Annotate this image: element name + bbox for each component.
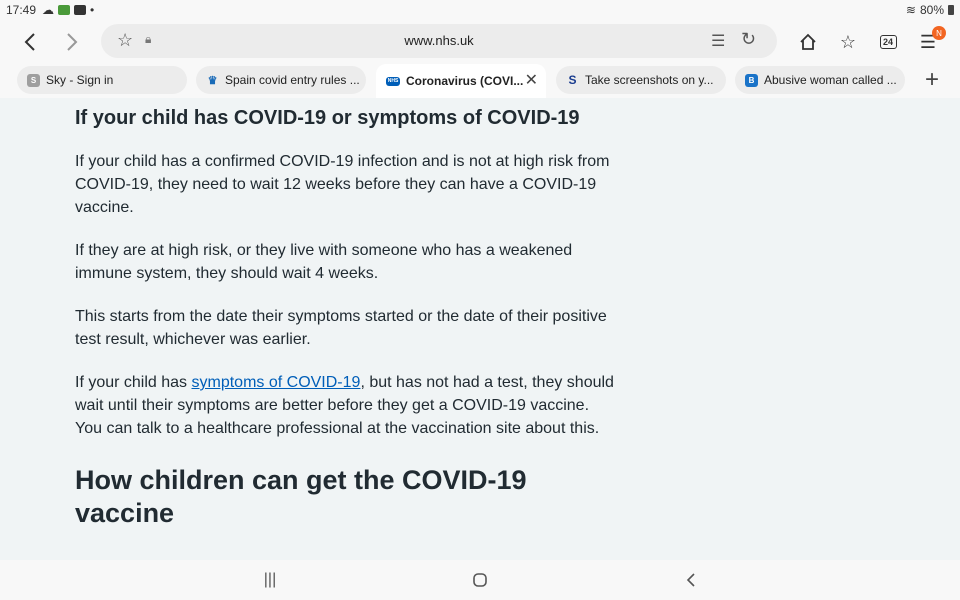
menu-button[interactable]: ☰ N <box>914 26 946 56</box>
tab-spain-covid[interactable]: ♛ Spain covid entry rules ... <box>196 66 366 94</box>
recent-apps-button[interactable]: ||| <box>256 568 284 592</box>
bookmarks-button[interactable]: ☆ <box>834 28 862 56</box>
nhs-favicon-icon: NHS <box>386 76 400 86</box>
forward-button[interactable] <box>58 28 86 56</box>
battery-icon <box>948 5 954 15</box>
tab-title: Spain covid entry rules ... <box>225 73 360 87</box>
paragraph-start-date: This starts from the date their symptoms… <box>75 308 607 348</box>
tab-title: Abusive woman called ... <box>764 73 897 87</box>
system-navigation-bar: ||| <box>0 560 960 600</box>
paragraph-confirmed-infection: If your child has a confirmed COVID-19 i… <box>75 153 610 216</box>
status-bar: 17:49 ☁ • ≋ 80% <box>0 0 960 22</box>
tab-count: 24 <box>879 35 897 49</box>
chevron-right-icon <box>67 33 78 51</box>
close-tab-icon[interactable]: ✕ <box>525 70 538 90</box>
youtube-icon <box>74 5 86 15</box>
clock: 17:49 <box>6 3 37 17</box>
reader-mode-icon[interactable]: ☰ <box>711 31 725 51</box>
b-favicon-icon: B <box>745 73 758 87</box>
address-bar[interactable]: ☆ 🔒︎ www.nhs.uk ☰ ↻ <box>101 24 777 58</box>
tab-screenshots[interactable]: S Take screenshots on y... <box>556 66 726 94</box>
paragraph-symptoms: If your child has symptoms of COVID-19, … <box>75 371 615 440</box>
new-tab-button[interactable]: + <box>918 66 946 94</box>
sky-favicon-icon: S <box>27 73 40 87</box>
how-to-get-vaccine-heading: How children can get the COVID-19 vaccin… <box>75 465 527 528</box>
crown-favicon-icon: ♛ <box>207 74 218 87</box>
symptoms-link[interactable]: symptoms of COVID-19 <box>192 374 361 391</box>
back-button[interactable] <box>16 28 44 56</box>
page-content: If your child has COVID-19 or symptoms o… <box>0 98 960 560</box>
tab-sky[interactable]: S Sky - Sign in <box>17 66 187 94</box>
tabs-button[interactable]: 24 <box>874 28 902 56</box>
section-heading: If your child has COVID-19 or symptoms o… <box>75 107 580 129</box>
notification-badge: N <box>932 26 946 40</box>
browser-toolbar: ☆ 🔒︎ www.nhs.uk ☰ ↻ ☆ 24 ☰ N <box>0 22 960 62</box>
dot-icon: • <box>90 3 95 17</box>
star-list-icon: ☆ <box>839 31 857 52</box>
symptoms-text-before: If your child has <box>75 374 192 391</box>
wifi-icon: ≋ <box>905 3 916 17</box>
recent-apps-icon: ||| <box>263 571 277 588</box>
home-circle-icon <box>473 573 487 587</box>
reload-icon[interactable]: ↻ <box>741 29 756 50</box>
url-text[interactable]: www.nhs.uk <box>101 33 777 48</box>
tab-title: Sky - Sign in <box>46 73 114 87</box>
article: If your child has COVID-19 or symptoms o… <box>75 104 615 530</box>
home-icon <box>800 33 816 50</box>
plus-icon: + <box>924 66 939 93</box>
s-favicon-icon: S <box>568 73 577 87</box>
back-chevron-icon <box>686 573 695 587</box>
app-notification-icon <box>58 5 70 15</box>
cloud-icon: ☁ <box>42 3 54 17</box>
tab-coronavirus[interactable]: NHS Coronavirus (COVI... ✕ <box>376 64 546 98</box>
back-nav-button[interactable] <box>677 568 705 592</box>
paragraph-high-risk: If they are at high risk, or they live w… <box>75 242 573 282</box>
notification-icons: ☁ • <box>42 3 94 17</box>
system-status: ≋ 80% <box>906 3 954 17</box>
tab-abusive-woman[interactable]: B Abusive woman called ... <box>735 66 905 94</box>
tab-strip: S Sky - Sign in ♛ Spain covid entry rule… <box>0 62 960 98</box>
chevron-left-icon <box>24 33 35 51</box>
home-button[interactable] <box>794 28 822 56</box>
tab-title: Coronavirus (COVI... <box>406 74 524 88</box>
home-nav-button[interactable] <box>466 568 494 592</box>
tab-title: Take screenshots on y... <box>585 73 714 87</box>
battery-label: 80% <box>919 3 944 17</box>
